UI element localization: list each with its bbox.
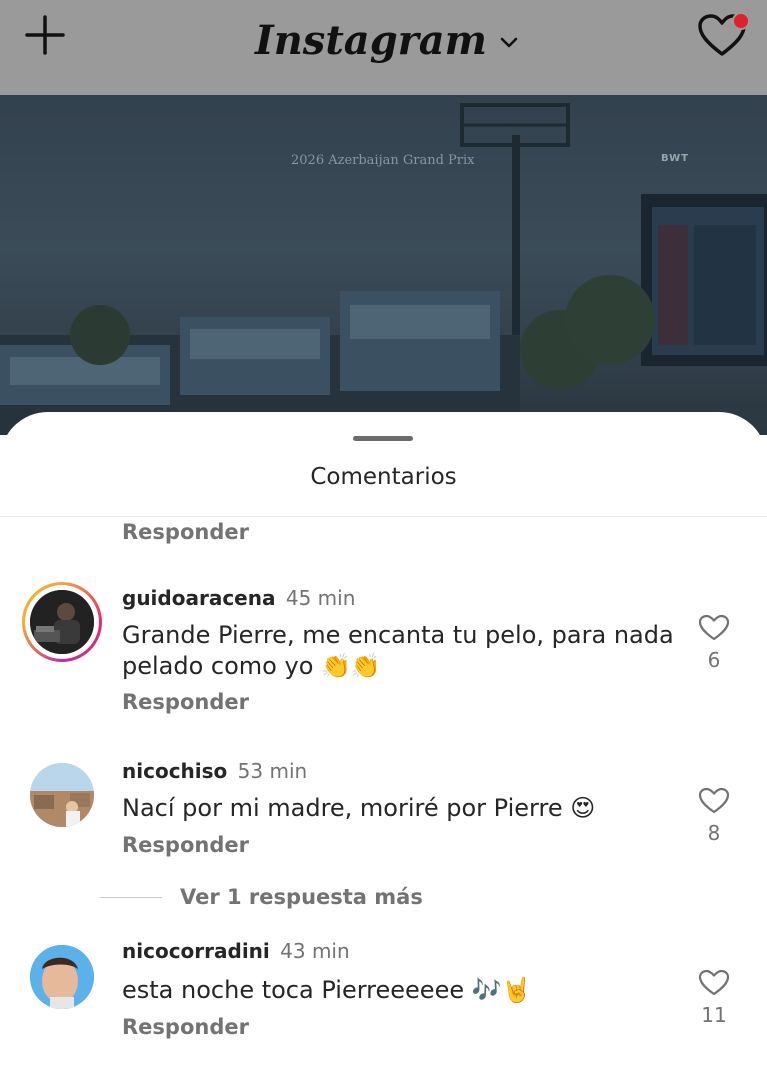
sheet-drag-handle[interactable] [353, 436, 413, 441]
video-frame [0, 103, 767, 435]
like-control[interactable]: 8 [697, 787, 731, 845]
comment-header: nicochiso 53 min [122, 759, 307, 783]
logo-dropdown[interactable]: Instagram [255, 10, 519, 70]
video-caption: 2026 Azerbaijan Grand Prix [291, 153, 475, 168]
avatar[interactable] [22, 937, 102, 1017]
avatar-image [30, 763, 94, 827]
sheet-title: Comentarios [310, 464, 457, 490]
divider [0, 516, 767, 517]
avatar-image [30, 590, 94, 654]
comment-text-body: Grande Pierre, me encanta tu pelo, para … [122, 621, 674, 680]
like-count: 6 [707, 648, 721, 672]
heart-icon[interactable] [698, 969, 730, 997]
notification-dot [732, 12, 750, 30]
view-more-replies[interactable]: Ver 1 respuesta más [100, 882, 423, 912]
like-count: 11 [701, 1003, 727, 1027]
comment-emoji: 😍 [570, 794, 596, 822]
comments-sheet: Comentarios Responder [0, 412, 767, 1065]
comment-emoji: 🎶🤘 [471, 976, 532, 1004]
comment-text: Grande Pierre, me encanta tu pelo, para … [122, 620, 682, 682]
reply-button[interactable]: Responder [122, 690, 249, 714]
comment-emoji: 👏👏 [321, 652, 381, 680]
comment-time: 53 min [237, 759, 308, 783]
reply-button[interactable]: Responder [122, 833, 249, 857]
more-replies-label[interactable]: Ver 1 respuesta más [180, 885, 423, 909]
like-control[interactable]: 11 [697, 969, 731, 1027]
avatar[interactable] [22, 582, 102, 662]
video-player[interactable]: 2026 Azerbaijan Grand Prix BWT [0, 95, 767, 435]
comment-header: nicocorradini 43 min [122, 939, 350, 963]
comment-username[interactable]: nicocorradini [122, 939, 270, 963]
reply-button[interactable]: Responder [122, 1015, 249, 1039]
comment-text: esta noche toca Pierreeeeee 🎶🤘 [122, 975, 682, 1006]
comment-header: guidoaracena 45 min [122, 586, 355, 610]
top-bar: Instagram [0, 0, 767, 95]
avatar-image [30, 945, 94, 1009]
like-count: 8 [707, 821, 721, 845]
comment-time: 43 min [280, 939, 350, 963]
comment-username[interactable]: guidoaracena [122, 586, 275, 610]
more-replies-line [100, 896, 162, 898]
reply-button[interactable]: Responder [122, 520, 249, 544]
comment-username[interactable]: nicochiso [122, 759, 227, 783]
plus-icon[interactable] [24, 14, 66, 56]
heart-icon[interactable] [698, 614, 730, 642]
chevron-down-icon [499, 35, 519, 54]
comment-text-body: Nací por mi madre, moriré por Pierre [122, 794, 563, 822]
comment-time: 45 min [285, 586, 356, 610]
heart-icon[interactable] [698, 787, 730, 815]
like-control[interactable]: 6 [697, 614, 731, 672]
comment-text-body: esta noche toca Pierreeeeee [122, 976, 465, 1004]
comment-text: Nací por mi madre, moriré por Pierre 😍 [122, 793, 682, 824]
avatar[interactable] [22, 755, 102, 835]
video-brand: BWT [661, 153, 689, 164]
instagram-logo: Instagram [255, 16, 487, 64]
